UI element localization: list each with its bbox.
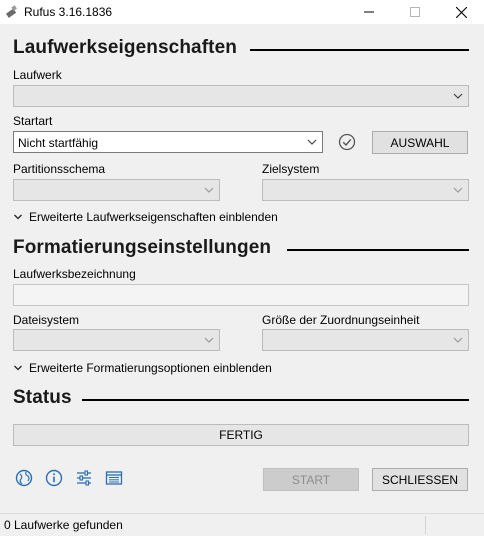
chevron-down-icon bbox=[204, 187, 214, 193]
advanced-drive-properties-label: Erweiterte Laufwerkseigenschaften einble… bbox=[29, 210, 278, 224]
boot-selection-label: Startart bbox=[13, 114, 53, 128]
file-system-label: Dateisystem bbox=[13, 313, 80, 327]
partition-scheme-label: Partitionsschema bbox=[13, 162, 106, 176]
section-divider bbox=[82, 399, 469, 401]
window-title: Rufus 3.16.1836 bbox=[24, 5, 113, 19]
target-system-label: Zielsystem bbox=[262, 162, 320, 176]
close-window-button[interactable] bbox=[438, 0, 484, 24]
cluster-size-dropdown[interactable] bbox=[262, 329, 469, 351]
boot-selection-value: Nicht startfähig bbox=[18, 136, 99, 150]
file-system-dropdown[interactable] bbox=[13, 329, 220, 351]
advanced-format-options-label: Erweiterte Formatierungsoptionen einblen… bbox=[29, 361, 272, 375]
chevron-down-icon bbox=[453, 93, 463, 99]
status-bar-separator bbox=[425, 516, 426, 534]
advanced-drive-properties-toggle[interactable]: Erweiterte Laufwerkseigenschaften einble… bbox=[13, 210, 278, 224]
status-bar-text: 0 Laufwerke gefunden bbox=[4, 518, 123, 532]
rufus-usb-icon bbox=[5, 5, 17, 18]
info-icon[interactable] bbox=[44, 468, 64, 488]
chevron-down-icon bbox=[453, 337, 463, 343]
title-bar: Rufus 3.16.1836 bbox=[0, 0, 484, 24]
status-heading: Status bbox=[13, 387, 72, 408]
advanced-format-options-toggle[interactable]: Erweiterte Formatierungsoptionen einblen… bbox=[13, 361, 272, 375]
checkmark-circle-icon[interactable] bbox=[338, 133, 356, 151]
minimize-button[interactable] bbox=[346, 0, 392, 24]
chevron-down-icon bbox=[14, 214, 22, 220]
close-icon bbox=[455, 6, 467, 18]
volume-label-input[interactable] bbox=[13, 284, 469, 306]
boot-selection-dropdown[interactable]: Nicht startfähig bbox=[13, 131, 323, 153]
status-bar: 0 Laufwerke gefunden bbox=[0, 513, 484, 536]
close-button[interactable]: SCHLIESSEN bbox=[372, 468, 468, 491]
status-progress-bar: FERTIG bbox=[13, 424, 469, 446]
select-image-button[interactable]: AUSWAHL bbox=[372, 131, 468, 154]
format-options-heading: Formatierungseinstellungen bbox=[13, 237, 272, 258]
partition-scheme-dropdown[interactable] bbox=[13, 179, 220, 201]
settings-sliders-icon[interactable] bbox=[74, 468, 94, 488]
globe-icon[interactable] bbox=[14, 468, 34, 488]
volume-label-label: Laufwerksbezeichnung bbox=[13, 267, 136, 281]
chevron-down-icon bbox=[453, 187, 463, 193]
chevron-down-icon bbox=[204, 337, 214, 343]
chevron-down-icon bbox=[14, 365, 22, 371]
chevron-down-icon bbox=[307, 139, 317, 145]
maximize-button[interactable] bbox=[392, 0, 438, 24]
minimize-icon bbox=[364, 11, 374, 13]
maximize-icon bbox=[410, 7, 420, 17]
device-dropdown[interactable] bbox=[13, 85, 469, 107]
cluster-size-label: Größe der Zuordnungseinheit bbox=[262, 313, 420, 327]
section-divider bbox=[287, 249, 469, 251]
target-system-dropdown[interactable] bbox=[262, 179, 469, 201]
section-divider bbox=[250, 49, 469, 51]
drive-properties-heading: Laufwerkseigenschaften bbox=[13, 37, 237, 58]
progress-text: FERTIG bbox=[219, 428, 263, 442]
start-button[interactable]: START bbox=[263, 468, 359, 491]
device-label: Laufwerk bbox=[13, 68, 62, 82]
log-icon[interactable] bbox=[104, 468, 124, 488]
